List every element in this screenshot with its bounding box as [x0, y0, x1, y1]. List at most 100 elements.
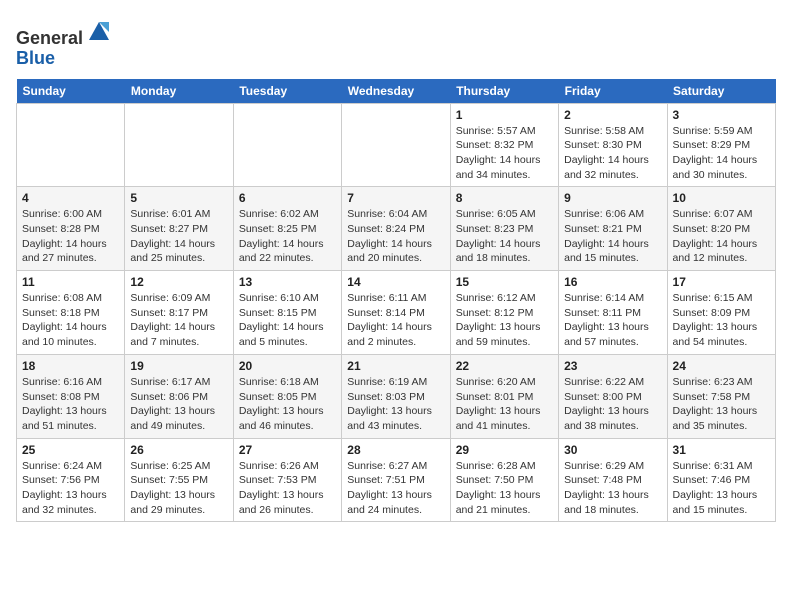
calendar-table: SundayMondayTuesdayWednesdayThursdayFrid…	[16, 79, 776, 523]
calendar-cell	[233, 103, 341, 187]
calendar-cell: 31 Sunrise: 6:31 AMSunset: 7:46 PMDayligh…	[667, 438, 775, 522]
header-day-tuesday: Tuesday	[233, 79, 341, 104]
calendar-cell: 24 Sunrise: 6:23 AMSunset: 7:58 PMDayligh…	[667, 354, 775, 438]
calendar-cell: 20 Sunrise: 6:18 AMSunset: 8:05 PMDayligh…	[233, 354, 341, 438]
day-detail: Sunrise: 6:00 AMSunset: 8:28 PMDaylight:…	[22, 207, 119, 266]
day-detail: Sunrise: 5:58 AMSunset: 8:30 PMDaylight:…	[564, 124, 661, 183]
calendar-cell: 27 Sunrise: 6:26 AMSunset: 7:53 PMDayligh…	[233, 438, 341, 522]
day-number: 2	[564, 108, 661, 122]
day-number: 21	[347, 359, 444, 373]
calendar-cell: 8 Sunrise: 6:05 AMSunset: 8:23 PMDaylight…	[450, 187, 558, 271]
day-detail: Sunrise: 6:15 AMSunset: 8:09 PMDaylight:…	[673, 291, 770, 350]
day-detail: Sunrise: 5:59 AMSunset: 8:29 PMDaylight:…	[673, 124, 770, 183]
day-detail: Sunrise: 6:24 AMSunset: 7:56 PMDaylight:…	[22, 459, 119, 518]
day-number: 25	[22, 443, 119, 457]
header-day-thursday: Thursday	[450, 79, 558, 104]
day-number: 23	[564, 359, 661, 373]
day-number: 1	[456, 108, 553, 122]
calendar-cell: 2 Sunrise: 5:58 AMSunset: 8:30 PMDaylight…	[559, 103, 667, 187]
calendar-cell	[17, 103, 125, 187]
day-detail: Sunrise: 6:12 AMSunset: 8:12 PMDaylight:…	[456, 291, 553, 350]
calendar-cell: 5Sunrise: 6:01 AMSunset: 8:27 PMDaylight…	[125, 187, 233, 271]
day-detail: Sunrise: 6:28 AMSunset: 7:50 PMDaylight:…	[456, 459, 553, 518]
day-number: 15	[456, 275, 553, 289]
day-number: 29	[456, 443, 553, 457]
day-number: 20	[239, 359, 336, 373]
day-number: 31	[673, 443, 770, 457]
calendar-week-row: 11 Sunrise: 6:08 AMSunset: 8:18 PMDayligh…	[17, 271, 776, 355]
day-number: 26	[130, 443, 227, 457]
logo-text: General Blue	[16, 16, 113, 69]
day-number: 17	[673, 275, 770, 289]
calendar-cell: 25 Sunrise: 6:24 AMSunset: 7:56 PMDayligh…	[17, 438, 125, 522]
header-day-saturday: Saturday	[667, 79, 775, 104]
header-day-monday: Monday	[125, 79, 233, 104]
day-number: 8	[456, 191, 553, 205]
calendar-cell: 4 Sunrise: 6:00 AMSunset: 8:28 PMDaylight…	[17, 187, 125, 271]
calendar-cell: 17 Sunrise: 6:15 AMSunset: 8:09 PMDayligh…	[667, 271, 775, 355]
day-detail: Sunrise: 6:25 AMSunset: 7:55 PMDaylight:…	[130, 459, 227, 518]
day-number: 11	[22, 275, 119, 289]
calendar-cell: 19 Sunrise: 6:17 AMSunset: 8:06 PMDayligh…	[125, 354, 233, 438]
day-detail: Sunrise: 6:08 AMSunset: 8:18 PMDaylight:…	[22, 291, 119, 350]
day-detail: Sunrise: 6:31 AMSunset: 7:46 PMDaylight:…	[673, 459, 770, 518]
calendar-cell	[342, 103, 450, 187]
day-detail: Sunrise: 6:10 AMSunset: 8:15 PMDaylight:…	[239, 291, 336, 350]
calendar-week-row: 1Sunrise: 5:57 AMSunset: 8:32 PMDaylight…	[17, 103, 776, 187]
day-number: 4	[22, 191, 119, 205]
day-detail: Sunrise: 6:09 AMSunset: 8:17 PMDaylight:…	[130, 291, 227, 350]
calendar-cell: 3 Sunrise: 5:59 AMSunset: 8:29 PMDaylight…	[667, 103, 775, 187]
calendar-cell: 10 Sunrise: 6:07 AMSunset: 8:20 PMDayligh…	[667, 187, 775, 271]
calendar-cell: 21Sunrise: 6:19 AMSunset: 8:03 PMDayligh…	[342, 354, 450, 438]
day-number: 13	[239, 275, 336, 289]
day-detail: Sunrise: 6:02 AMSunset: 8:25 PMDaylight:…	[239, 207, 336, 266]
calendar-week-row: 25 Sunrise: 6:24 AMSunset: 7:56 PMDayligh…	[17, 438, 776, 522]
day-number: 16	[564, 275, 661, 289]
calendar-cell: 9 Sunrise: 6:06 AMSunset: 8:21 PMDaylight…	[559, 187, 667, 271]
calendar-cell: 30 Sunrise: 6:29 AMSunset: 7:48 PMDayligh…	[559, 438, 667, 522]
header-day-wednesday: Wednesday	[342, 79, 450, 104]
logo-blue: Blue	[16, 48, 55, 68]
day-detail: Sunrise: 6:29 AMSunset: 7:48 PMDaylight:…	[564, 459, 661, 518]
day-number: 28	[347, 443, 444, 457]
header-day-sunday: Sunday	[17, 79, 125, 104]
calendar-cell: 11 Sunrise: 6:08 AMSunset: 8:18 PMDayligh…	[17, 271, 125, 355]
day-detail: Sunrise: 6:05 AMSunset: 8:23 PMDaylight:…	[456, 207, 553, 266]
day-detail: Sunrise: 6:11 AMSunset: 8:14 PMDaylight:…	[347, 291, 444, 350]
calendar-cell: 7Sunrise: 6:04 AMSunset: 8:24 PMDaylight…	[342, 187, 450, 271]
calendar-cell: 12 Sunrise: 6:09 AMSunset: 8:17 PMDayligh…	[125, 271, 233, 355]
day-detail: Sunrise: 6:06 AMSunset: 8:21 PMDaylight:…	[564, 207, 661, 266]
calendar-cell: 6 Sunrise: 6:02 AMSunset: 8:25 PMDaylight…	[233, 187, 341, 271]
day-number: 22	[456, 359, 553, 373]
logo: General Blue	[16, 16, 113, 69]
day-detail: Sunrise: 6:22 AMSunset: 8:00 PMDaylight:…	[564, 375, 661, 434]
logo-general: General	[16, 28, 83, 48]
day-detail: Sunrise: 6:17 AMSunset: 8:06 PMDaylight:…	[130, 375, 227, 434]
day-number: 10	[673, 191, 770, 205]
day-detail: Sunrise: 6:07 AMSunset: 8:20 PMDaylight:…	[673, 207, 770, 266]
calendar-cell: 16Sunrise: 6:14 AMSunset: 8:11 PMDayligh…	[559, 271, 667, 355]
calendar-cell: 22Sunrise: 6:20 AMSunset: 8:01 PMDayligh…	[450, 354, 558, 438]
day-number: 3	[673, 108, 770, 122]
calendar-cell: 26 Sunrise: 6:25 AMSunset: 7:55 PMDayligh…	[125, 438, 233, 522]
calendar-cell: 13 Sunrise: 6:10 AMSunset: 8:15 PMDayligh…	[233, 271, 341, 355]
logo-icon	[85, 16, 113, 44]
day-number: 27	[239, 443, 336, 457]
calendar-cell: 14Sunrise: 6:11 AMSunset: 8:14 PMDayligh…	[342, 271, 450, 355]
header-day-friday: Friday	[559, 79, 667, 104]
day-number: 9	[564, 191, 661, 205]
calendar-cell: 28Sunrise: 6:27 AMSunset: 7:51 PMDayligh…	[342, 438, 450, 522]
day-number: 30	[564, 443, 661, 457]
day-detail: Sunrise: 6:18 AMSunset: 8:05 PMDaylight:…	[239, 375, 336, 434]
day-number: 24	[673, 359, 770, 373]
day-detail: Sunrise: 6:26 AMSunset: 7:53 PMDaylight:…	[239, 459, 336, 518]
day-number: 6	[239, 191, 336, 205]
day-detail: Sunrise: 6:16 AMSunset: 8:08 PMDaylight:…	[22, 375, 119, 434]
calendar-cell	[125, 103, 233, 187]
calendar-cell: 1Sunrise: 5:57 AMSunset: 8:32 PMDaylight…	[450, 103, 558, 187]
day-number: 19	[130, 359, 227, 373]
day-detail: Sunrise: 6:23 AMSunset: 7:58 PMDaylight:…	[673, 375, 770, 434]
calendar-header-row: SundayMondayTuesdayWednesdayThursdayFrid…	[17, 79, 776, 104]
header: General Blue	[16, 16, 776, 69]
day-number: 12	[130, 275, 227, 289]
